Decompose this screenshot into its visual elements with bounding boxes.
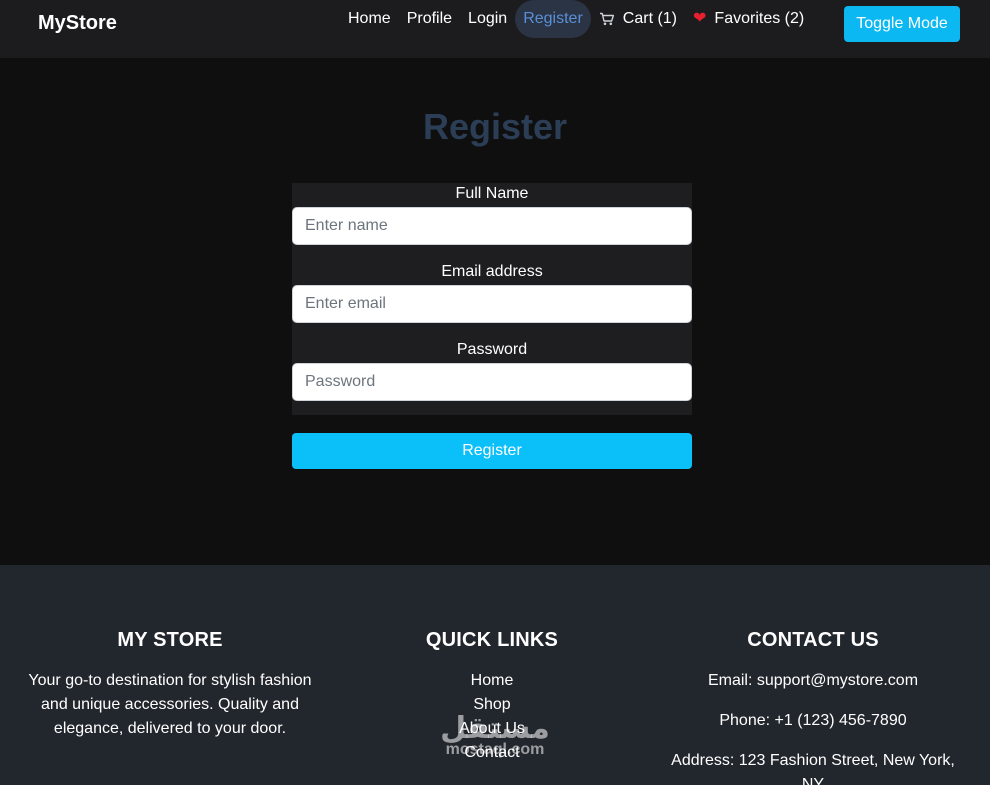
nav-link-login[interactable]: Login <box>460 0 515 38</box>
email-input[interactable] <box>292 285 692 323</box>
footer-contact-email: Email: support@mystore.com <box>707 672 919 689</box>
password-label: Password <box>456 341 528 358</box>
register-button[interactable]: Register <box>292 433 692 469</box>
footer-link-about-us[interactable]: About Us <box>392 717 592 741</box>
nav-link-favorites[interactable]: ❤ Favorites (2) <box>685 0 812 38</box>
footer-quick-links-section: QUICK LINKS Home Shop About Us Contact <box>392 565 592 765</box>
footer-store-description: Your go-to destination for stylish fashi… <box>20 669 320 741</box>
register-form: Full Name Email address Password <box>292 183 692 415</box>
footer-store-line: and unique accessories. Quality and <box>41 696 299 713</box>
nav-link-label: Login <box>468 10 508 27</box>
toggle-mode-button[interactable]: Toggle Mode <box>844 6 960 42</box>
nav-link-label: Register <box>523 10 583 27</box>
footer-quick-links-heading: QUICK LINKS <box>425 629 559 651</box>
footer: MY STORE Your go-to destination for styl… <box>0 565 990 785</box>
footer-address-line: NY <box>801 776 825 785</box>
nav-link-label: Cart (1) <box>622 10 678 27</box>
nav-link-profile[interactable]: Profile <box>399 0 460 38</box>
footer-link-contact[interactable]: Contact <box>392 741 592 765</box>
footer-store-line: Your go-to destination for stylish fashi… <box>28 672 312 689</box>
footer-contact-address: Address: 123 Fashion Street, New York, N… <box>660 749 966 785</box>
nav-link-cart[interactable]: Cart (1) <box>591 0 685 38</box>
footer-quick-links-list: Home Shop About Us Contact <box>392 669 592 765</box>
nav-link-home[interactable]: Home <box>340 0 399 38</box>
page-title: Register <box>422 106 568 147</box>
footer-address-line: Address: 123 Fashion Street, New York, <box>671 752 955 769</box>
footer-store-line: elegance, delivered to your door. <box>53 720 287 737</box>
footer-store-heading: MY STORE <box>117 629 223 651</box>
footer-store-section: MY STORE Your go-to destination for styl… <box>20 565 320 741</box>
footer-contact-heading: CONTACT US <box>747 629 879 651</box>
password-input[interactable] <box>292 363 692 401</box>
footer-contact-section: CONTACT US Email: support@mystore.com Ph… <box>660 565 966 785</box>
nav-link-register[interactable]: Register <box>515 0 591 38</box>
nav-link-label: Profile <box>406 10 453 27</box>
heart-icon: ❤ <box>693 10 707 27</box>
footer-link-home[interactable]: Home <box>392 669 592 693</box>
navbar: MyStore Home Profile Login Register Cart… <box>0 0 990 58</box>
footer-contact-phone: Phone: +1 (123) 456-7890 <box>719 712 907 729</box>
cart-icon <box>599 12 615 26</box>
nav-link-label: Home <box>348 10 391 27</box>
full-name-label: Full Name <box>455 185 529 202</box>
email-label: Email address <box>441 263 543 280</box>
nav-link-label: Favorites (2) <box>714 10 805 27</box>
brand-logo[interactable]: MyStore <box>38 12 117 35</box>
footer-link-shop[interactable]: Shop <box>392 693 592 717</box>
full-name-input[interactable] <box>292 207 692 245</box>
nav-links: Home Profile Login Register Cart (1) ❤ F… <box>340 0 812 38</box>
